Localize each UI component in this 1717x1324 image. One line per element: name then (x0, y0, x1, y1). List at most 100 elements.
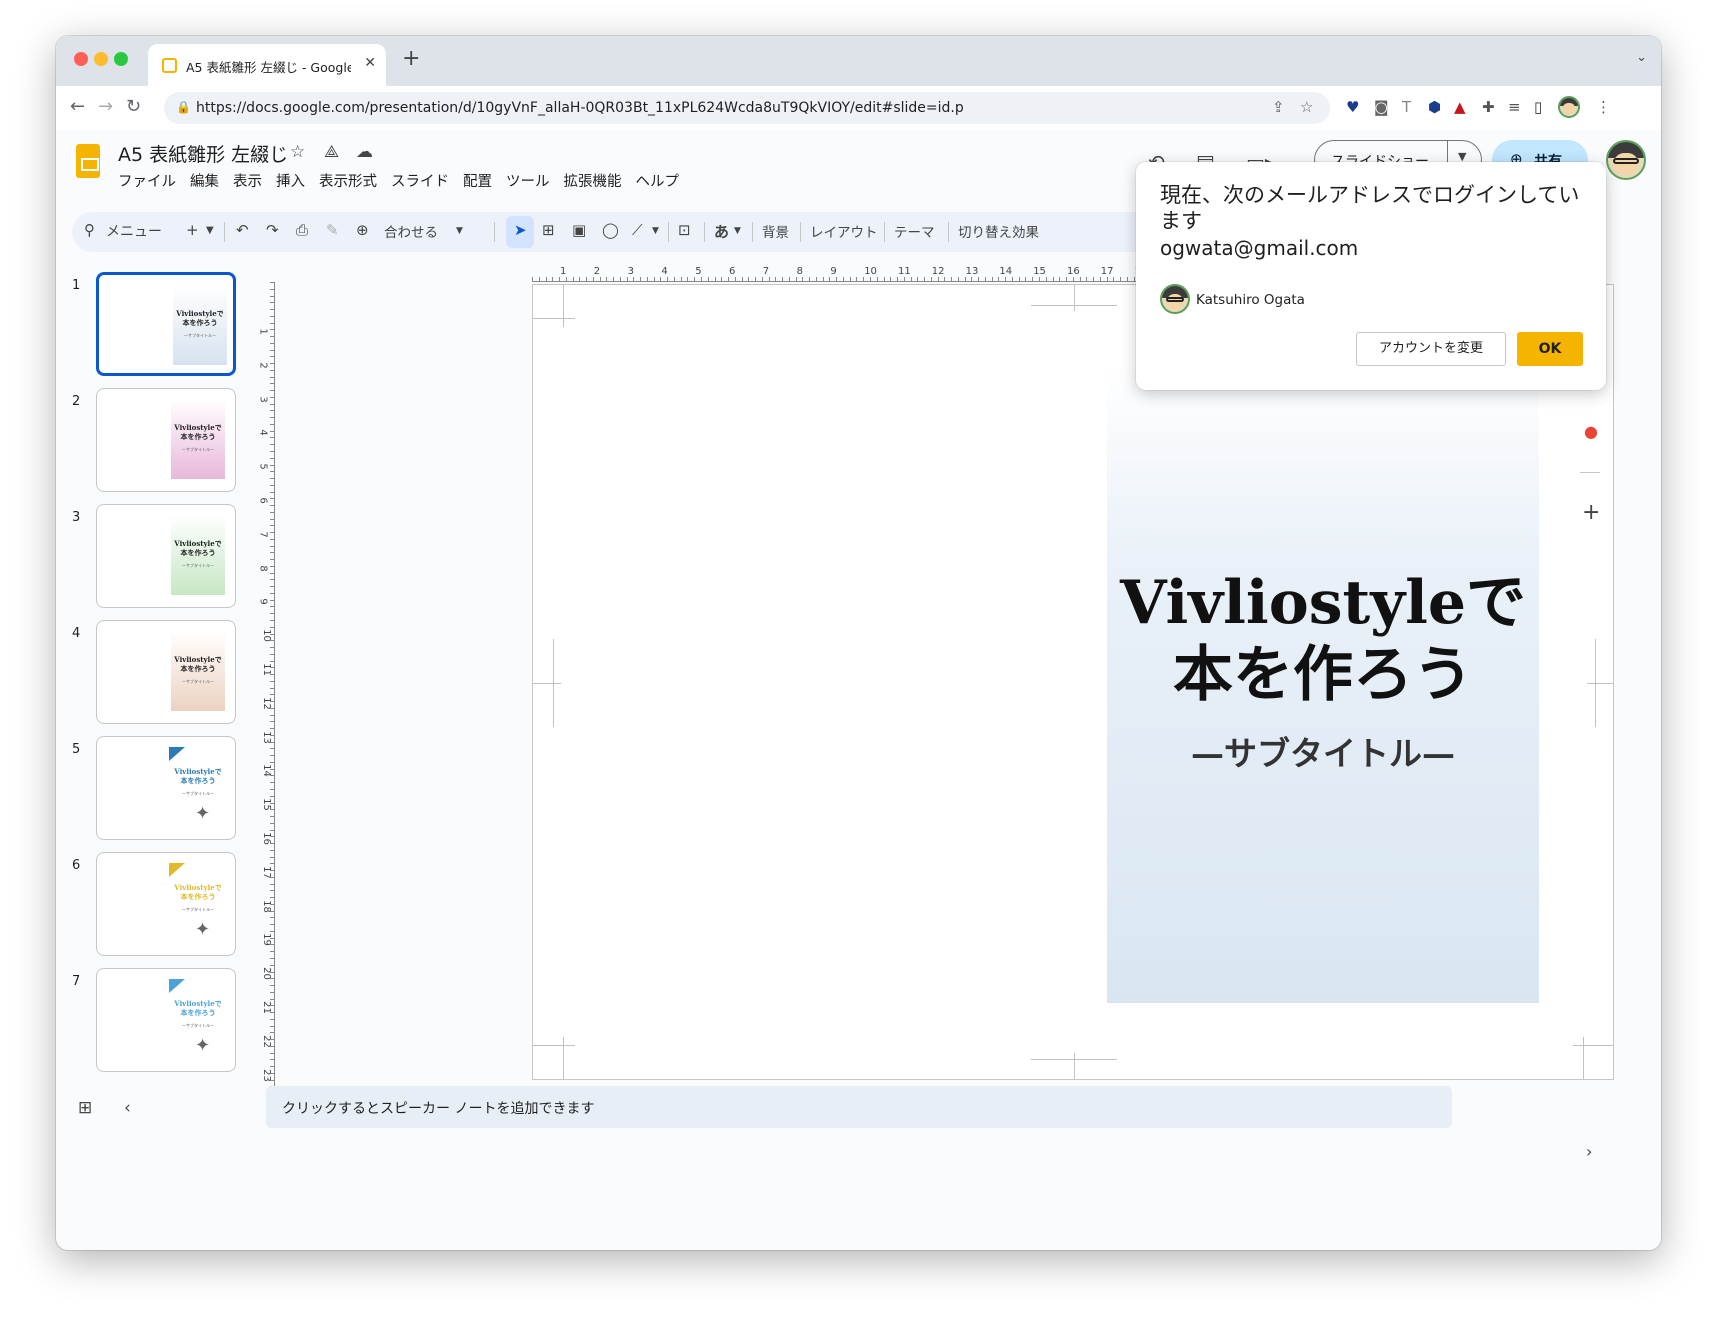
collapse-filmstrip-icon[interactable]: ‹ (124, 1098, 131, 1118)
slide-thumbnail[interactable]: ✦ Vivliostyleで 本を作ろう —サブタイトル— (96, 968, 236, 1072)
select-pointer-icon[interactable]: ➤ (514, 221, 527, 239)
menu-search-label[interactable]: メニュー (106, 221, 162, 241)
menu-arrange[interactable]: 配置 (463, 174, 492, 190)
menu-edit[interactable]: 編集 (190, 174, 219, 190)
menu-help[interactable]: ヘルプ (636, 174, 680, 190)
menu-slide[interactable]: スライド (391, 174, 449, 190)
ok-button[interactable]: OK (1517, 332, 1583, 366)
close-window-button[interactable] (74, 52, 88, 66)
star-icon[interactable]: ☆ (290, 142, 305, 162)
menu-format[interactable]: 表示形式 (319, 174, 377, 190)
ruler-tick (863, 277, 865, 281)
maps-icon[interactable]: ● (1584, 422, 1598, 441)
ruler-tick (270, 937, 274, 939)
reading-list-icon[interactable]: ≡ (1508, 98, 1521, 116)
extension-t-icon[interactable]: T (1402, 98, 1411, 116)
zoom-dropdown-icon[interactable]: ▼ (456, 226, 463, 236)
address-bar[interactable]: 🔒 https://docs.google.com/presentation/d… (164, 92, 1330, 124)
back-arrow-icon[interactable]: ← (70, 96, 85, 117)
minimize-window-button[interactable] (94, 52, 108, 66)
theme-button[interactable]: テーマ (894, 221, 935, 241)
login-message: 現在、次のメールアドレスでログインしています (1160, 183, 1580, 233)
insert-image-icon[interactable]: ▣ (572, 221, 586, 239)
ruler-tick (701, 277, 702, 281)
undo-icon[interactable]: ↶ (236, 221, 249, 239)
slide-thumbnail[interactable]: Vivliostyleで 本を作ろう —サブタイトル— (96, 272, 236, 376)
ruler-tick (646, 277, 648, 281)
extension-pdf-icon[interactable]: ▲ (1454, 98, 1466, 116)
shape-icon[interactable]: ◯ (602, 221, 619, 239)
move-drive-icon[interactable]: ⟁ (324, 142, 339, 162)
reload-icon[interactable]: ↻ (126, 96, 141, 117)
cloud-status-icon[interactable]: ☁ (356, 142, 373, 162)
input-tools-icon[interactable]: あ (714, 221, 729, 242)
layout-button[interactable]: レイアウト (810, 221, 878, 241)
account-avatar[interactable] (1606, 140, 1646, 180)
slide-number: 2 (72, 394, 81, 409)
new-slide-icon[interactable]: + (186, 221, 199, 239)
slide-thumbnail[interactable]: Vivliostyleで 本を作ろう —サブタイトル— (96, 620, 236, 724)
browser-profile-avatar[interactable] (1558, 96, 1580, 118)
browser-tab[interactable]: A5 表紙雛形 左綴じ - Google ス ✕ (148, 44, 386, 86)
add-comment-icon[interactable]: ⊡ (678, 221, 691, 239)
transition-button[interactable]: 切り替え効果 (958, 221, 1039, 241)
paint-format-icon[interactable]: ✎ (326, 221, 339, 239)
bookmark-star-icon[interactable]: ☆ (1300, 98, 1313, 116)
extension-camera-icon[interactable]: ◙ (1374, 98, 1389, 116)
menu-file[interactable]: ファイル (118, 174, 176, 190)
redo-icon[interactable]: ↷ (266, 221, 279, 239)
show-side-panel-icon[interactable]: › (1586, 1142, 1592, 1161)
print-icon[interactable]: ⎙ (296, 221, 308, 239)
menu-insert[interactable]: 挿入 (276, 174, 305, 190)
text-box-icon[interactable]: ⊞ (542, 221, 555, 239)
close-tab-icon[interactable]: ✕ (364, 55, 376, 71)
extension-heart-icon[interactable]: ♥ (1346, 98, 1359, 116)
cover-title[interactable]: Vivliostyleで 本を作ろう (1107, 567, 1539, 711)
share-page-icon[interactable]: ⇪ (1272, 98, 1285, 116)
book-cover[interactable]: Vivliostyleで 本を作ろう —サブタイトル— (1107, 365, 1539, 1003)
ruler-tick (1126, 277, 1128, 281)
search-icon[interactable]: ⚲ (84, 221, 95, 239)
tab-search-chevron-icon[interactable]: ⌄ (1636, 50, 1647, 65)
thumbnail-illustration-icon: ✦ (195, 803, 211, 824)
forward-arrow-icon[interactable]: → (98, 96, 113, 117)
menu-view[interactable]: 表示 (233, 174, 262, 190)
ruler-tick-label: 1 (560, 266, 567, 277)
ruler-tick (721, 277, 723, 281)
new-tab-icon[interactable]: + (402, 46, 420, 71)
zoom-select[interactable]: 合わせる (384, 221, 438, 241)
ruler-tick (586, 277, 588, 281)
extensions-puzzle-icon[interactable]: ✚ (1482, 98, 1495, 116)
grid-view-icon[interactable]: ⊞ (78, 1098, 92, 1118)
change-account-button[interactable]: アカウントを変更 (1356, 332, 1506, 366)
ruler-tick (270, 457, 274, 459)
line-icon[interactable]: ⟋ (632, 221, 643, 239)
thumbnail-title: Vivliostyleで 本を作ろう (174, 767, 222, 785)
slide-thumbnail[interactable]: ✦ Vivliostyleで 本を作ろう —サブタイトル— (96, 852, 236, 956)
ruler-tick (270, 417, 274, 419)
slide-thumbnail[interactable]: Vivliostyleで 本を作ろう —サブタイトル— (96, 388, 236, 492)
background-button[interactable]: 背景 (762, 221, 789, 241)
maximize-window-button[interactable] (114, 52, 128, 66)
slides-logo-icon[interactable] (76, 144, 100, 178)
get-addons-plus-icon[interactable]: + (1582, 500, 1600, 525)
extension-hex-icon[interactable]: ⬢ (1428, 98, 1441, 116)
slide-canvas[interactable]: Vivliostyleで 本を作ろう —サブタイトル— (532, 284, 1614, 1080)
document-title[interactable]: A5 表紙雛形 左綴じ (118, 140, 288, 167)
side-panel-icon[interactable]: ▯ (1534, 98, 1542, 116)
input-tools-dropdown-icon[interactable]: ▼ (734, 226, 741, 236)
user-avatar (1160, 284, 1190, 314)
menu-tools[interactable]: ツール (506, 174, 550, 190)
zoom-icon[interactable]: ⊕ (356, 221, 369, 239)
slide-thumbnail[interactable]: Vivliostyleで 本を作ろう —サブタイトル— (96, 504, 236, 608)
slide-thumbnail[interactable]: ✦ Vivliostyleで 本を作ろう —サブタイトル— (96, 736, 236, 840)
speaker-notes[interactable]: クリックするとスピーカー ノートを追加できます (266, 1086, 1452, 1128)
menu-extensions[interactable]: 拡張機能 (564, 174, 622, 190)
ruler-tick (270, 795, 274, 797)
new-slide-dropdown-icon[interactable]: ▼ (206, 225, 214, 236)
thumbnail-subtitle: —サブタイトル— (182, 447, 214, 452)
thumbnail-title: Vivliostyleで 本を作ろう (174, 655, 222, 673)
cover-subtitle[interactable]: —サブタイトル— (1107, 727, 1539, 775)
browser-menu-icon[interactable]: ⋮ (1596, 98, 1611, 116)
line-dropdown-icon[interactable]: ▼ (652, 226, 659, 236)
